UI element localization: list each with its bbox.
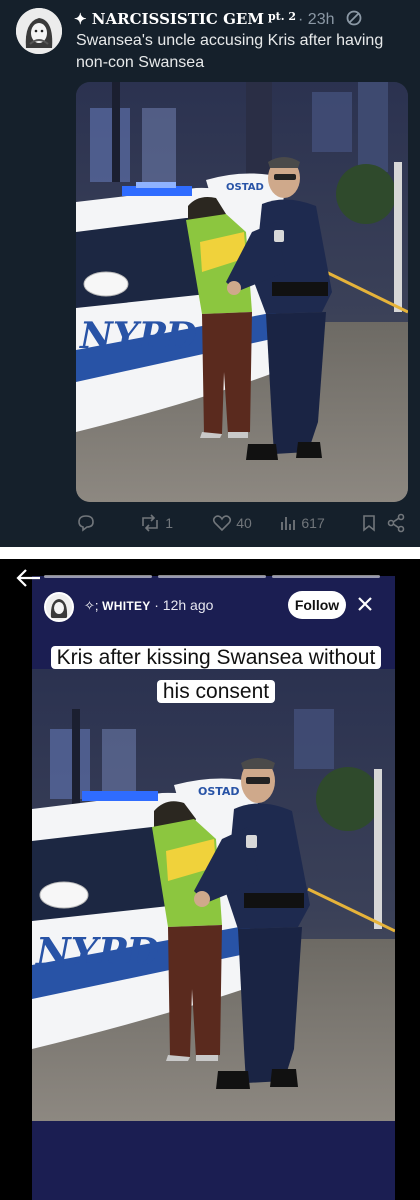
- story-progress-2: [158, 575, 266, 578]
- tweet-header: ✦ NARCISSISTIC GEM pt. 2 · 23h: [74, 6, 363, 28]
- tweet-text: Swansea's uncle accusing Kris after havi…: [76, 32, 384, 71]
- tweet-card[interactable]: ✦ NARCISSISTIC GEM pt. 2 · 23h Swansea's…: [0, 0, 420, 547]
- bookmark-icon: [363, 515, 376, 532]
- close-icon[interactable]: [356, 595, 374, 618]
- story-photo: NYPD OSTAD: [32, 669, 395, 1121]
- story-caption: Kris after kissing Swansea without his c…: [50, 646, 382, 703]
- repost-icon: [142, 514, 158, 532]
- back-arrow-icon[interactable]: [14, 567, 42, 594]
- like-button[interactable]: 40: [212, 513, 279, 533]
- sparkle-prefix: ✧;: [84, 598, 99, 613]
- follow-button[interactable]: Follow: [288, 591, 346, 619]
- circle-slash-icon: [345, 9, 363, 32]
- story-viewer: ✧; WHITEY · 12h ago Follow NYPD OSTAD Kr…: [0, 559, 420, 1200]
- story-username[interactable]: WHITEY: [102, 599, 150, 613]
- story-caption-box: Kris after kissing Swansea without his c…: [40, 641, 392, 709]
- display-name-suffix: pt. 2: [267, 10, 297, 23]
- car-nypd-text: NYPD: [79, 315, 197, 357]
- story-progress-1: [44, 575, 152, 578]
- story-time: · 12h ago: [154, 597, 214, 613]
- heart-icon: [213, 515, 232, 532]
- views-count: 617: [301, 515, 325, 531]
- tweet-avatar[interactable]: [16, 8, 62, 54]
- story-bottom-bar: [32, 1121, 395, 1183]
- story-avatar[interactable]: [44, 592, 74, 622]
- repost-count: 1: [165, 515, 173, 531]
- story-car-nypd-text: NYPD: [35, 929, 159, 974]
- tweet-actions: 1 40 617: [76, 510, 406, 536]
- share-icon: [387, 513, 405, 533]
- display-name[interactable]: ✦ NARCISSISTIC GEM: [74, 10, 264, 28]
- avatar-image: [16, 8, 62, 54]
- share-button[interactable]: [386, 513, 406, 533]
- tweet-photo[interactable]: NYPD OSTAD: [76, 82, 408, 502]
- story-user-row: ✧; WHITEY · 12h ago: [84, 597, 213, 614]
- reply-icon: [78, 515, 94, 532]
- story-progress-3: [272, 575, 380, 578]
- like-count: 40: [236, 515, 252, 531]
- views-button[interactable]: 617: [279, 513, 360, 533]
- svg-text:OSTAD: OSTAD: [226, 182, 264, 193]
- repost-button[interactable]: 1: [139, 513, 212, 533]
- tweet-time[interactable]: · 23h: [298, 11, 334, 29]
- story-avatar-image: [46, 594, 72, 620]
- arrest-photo: NYPD OSTAD: [76, 82, 408, 502]
- svg-text:OSTAD: OSTAD: [198, 785, 240, 798]
- reply-button[interactable]: [76, 513, 139, 533]
- story-arrest-photo: NYPD OSTAD: [32, 669, 395, 1121]
- bookmark-button[interactable]: [360, 513, 386, 533]
- screenshot-divider: [0, 547, 420, 559]
- views-chart-icon: [281, 517, 296, 530]
